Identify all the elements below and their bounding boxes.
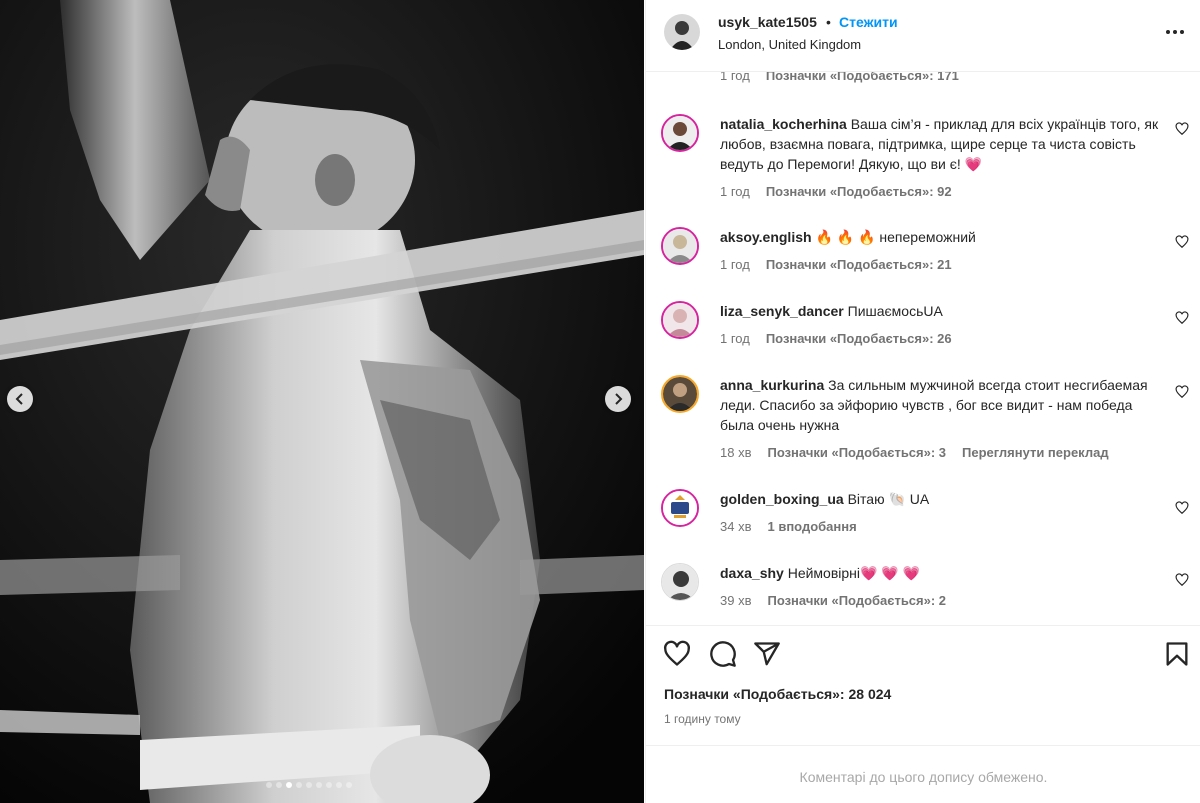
carousel-dot bbox=[326, 782, 332, 788]
comments-limited-note: Коментарі до цього допису обмежено. bbox=[646, 745, 1200, 803]
post-side-panel: usyk_kate1505 • Стежити London, United K… bbox=[645, 0, 1200, 803]
comment-text: anna_kurkurina За сильным мужчиной всегд… bbox=[720, 375, 1168, 435]
carousel-dot bbox=[346, 782, 352, 788]
commenter-username[interactable]: daxa_shy bbox=[720, 565, 784, 581]
comment-likes[interactable]: Позначки «Подобається»: 3 bbox=[767, 445, 946, 460]
avatar-image bbox=[664, 14, 700, 50]
comment-likes[interactable]: 1 вподобання bbox=[767, 519, 856, 534]
carousel-dot bbox=[336, 782, 342, 788]
comments-list[interactable]: 1 год Позначки «Подобається»: 171 natali… bbox=[646, 72, 1200, 625]
separator-bullet: • bbox=[826, 14, 831, 30]
comment-text: aksoy.english 🔥 🔥 🔥 непереможний bbox=[720, 227, 1168, 247]
commenter-username[interactable]: liza_senyk_dancer bbox=[720, 303, 844, 319]
comment-body: 🔥 🔥 🔥 непереможний bbox=[815, 229, 976, 245]
avatar-image bbox=[662, 564, 698, 600]
post-header: usyk_kate1505 • Стежити London, United K… bbox=[646, 0, 1200, 72]
comment-time: 1 год bbox=[720, 257, 750, 272]
comment-time: 1 год bbox=[720, 184, 750, 199]
comment-heart-icon[interactable] bbox=[1175, 122, 1189, 136]
partial-comment-meta: 1 год Позначки «Подобається»: 171 bbox=[720, 72, 959, 83]
chevron-left-icon bbox=[15, 393, 23, 405]
comment-heart-icon[interactable] bbox=[1175, 235, 1189, 249]
post-actions: Позначки «Подобається»: 28 024 1 годину … bbox=[646, 625, 1200, 745]
avatar-image bbox=[663, 229, 697, 263]
share-icon[interactable] bbox=[753, 640, 781, 668]
more-icon[interactable] bbox=[1163, 22, 1187, 42]
comment-text: golden_boxing_ua Вітаю 🐚 UA bbox=[720, 489, 1168, 509]
comment-body: Вітаю 🐚 UA bbox=[847, 491, 930, 507]
comment-meta: 1 год Позначки «Подобається»: 92 bbox=[720, 184, 952, 199]
comment-icon[interactable] bbox=[709, 640, 737, 668]
comment-meta: 1 год Позначки «Подобається»: 21 bbox=[720, 257, 952, 272]
avatar-image bbox=[663, 377, 697, 411]
commenter-username[interactable]: aksoy.english bbox=[720, 229, 812, 245]
commenter-avatar[interactable] bbox=[661, 301, 699, 339]
commenter-avatar[interactable] bbox=[661, 114, 699, 152]
commenter-username[interactable]: golden_boxing_ua bbox=[720, 491, 844, 507]
comment-heart-icon[interactable] bbox=[1175, 311, 1189, 325]
boxer-photo bbox=[0, 0, 644, 803]
comment-likes[interactable]: Позначки «Подобається»: 171 bbox=[766, 72, 959, 83]
comment-time: 18 хв bbox=[720, 445, 752, 460]
likes-count[interactable]: Позначки «Подобається»: 28 024 bbox=[664, 686, 891, 702]
avatar-image bbox=[663, 303, 697, 337]
carousel-dot bbox=[296, 782, 302, 788]
comment-heart-icon[interactable] bbox=[1175, 501, 1189, 515]
carousel-dot bbox=[266, 782, 272, 788]
comment-likes[interactable]: Позначки «Подобається»: 26 bbox=[766, 331, 952, 346]
commenter-avatar[interactable] bbox=[661, 375, 699, 413]
comment-time: 39 хв bbox=[720, 593, 752, 608]
carousel-dot bbox=[306, 782, 312, 788]
comment-text: daxa_shy Неймовірні💗 💗 💗 bbox=[720, 563, 1168, 583]
post-time[interactable]: 1 годину тому bbox=[664, 712, 741, 726]
commenter-avatar[interactable] bbox=[661, 489, 699, 527]
comment-likes[interactable]: Позначки «Подобається»: 92 bbox=[766, 184, 952, 199]
chevron-right-icon bbox=[615, 393, 623, 405]
avatar-image bbox=[663, 116, 697, 150]
comment-meta: 1 год Позначки «Подобається»: 26 bbox=[720, 331, 952, 346]
post-photo bbox=[0, 0, 644, 803]
comment-text: liza_senyk_dancer ПишаємосьUA bbox=[720, 301, 1168, 321]
heart-icon[interactable] bbox=[663, 640, 691, 668]
bookmark-icon[interactable] bbox=[1163, 640, 1191, 668]
comment-meta: 18 хв Позначки «Подобається»: 3 Переглян… bbox=[720, 445, 1109, 460]
author-avatar[interactable] bbox=[664, 14, 700, 50]
post-location[interactable]: London, United Kingdom bbox=[718, 37, 861, 52]
commenter-avatar[interactable] bbox=[661, 563, 699, 601]
comment-body: ПишаємосьUA bbox=[847, 303, 943, 319]
author-username[interactable]: usyk_kate1505 bbox=[718, 14, 817, 30]
comment-time: 34 хв bbox=[720, 519, 752, 534]
comment-likes[interactable]: Позначки «Подобається»: 21 bbox=[766, 257, 952, 272]
comment-time: 1 год bbox=[720, 331, 750, 346]
carousel-dot bbox=[316, 782, 322, 788]
carousel-prev-button[interactable] bbox=[7, 386, 33, 412]
comment-body: Неймовірні💗 💗 💗 bbox=[787, 565, 921, 581]
carousel-dots bbox=[266, 782, 352, 788]
comment-text: natalia_kocherhina Ваша сім’я - приклад … bbox=[720, 114, 1168, 174]
avatar-image bbox=[663, 491, 697, 525]
carousel-dot bbox=[286, 782, 292, 788]
comment-meta: 34 хв 1 вподобання bbox=[720, 519, 857, 534]
translate-link[interactable]: Переглянути переклад bbox=[962, 445, 1109, 460]
commenter-username[interactable]: anna_kurkurina bbox=[720, 377, 824, 393]
carousel-next-button[interactable] bbox=[605, 386, 631, 412]
comment-heart-icon[interactable] bbox=[1175, 573, 1189, 587]
comment-likes[interactable]: Позначки «Подобається»: 2 bbox=[767, 593, 946, 608]
follow-button[interactable]: Стежити bbox=[839, 14, 898, 30]
commenter-avatar[interactable] bbox=[661, 227, 699, 265]
commenter-username[interactable]: natalia_kocherhina bbox=[720, 116, 847, 132]
carousel-dot bbox=[276, 782, 282, 788]
comment-heart-icon[interactable] bbox=[1175, 385, 1189, 399]
comment-meta: 39 хв Позначки «Подобається»: 2 bbox=[720, 593, 946, 608]
comment-time: 1 год bbox=[720, 72, 750, 83]
